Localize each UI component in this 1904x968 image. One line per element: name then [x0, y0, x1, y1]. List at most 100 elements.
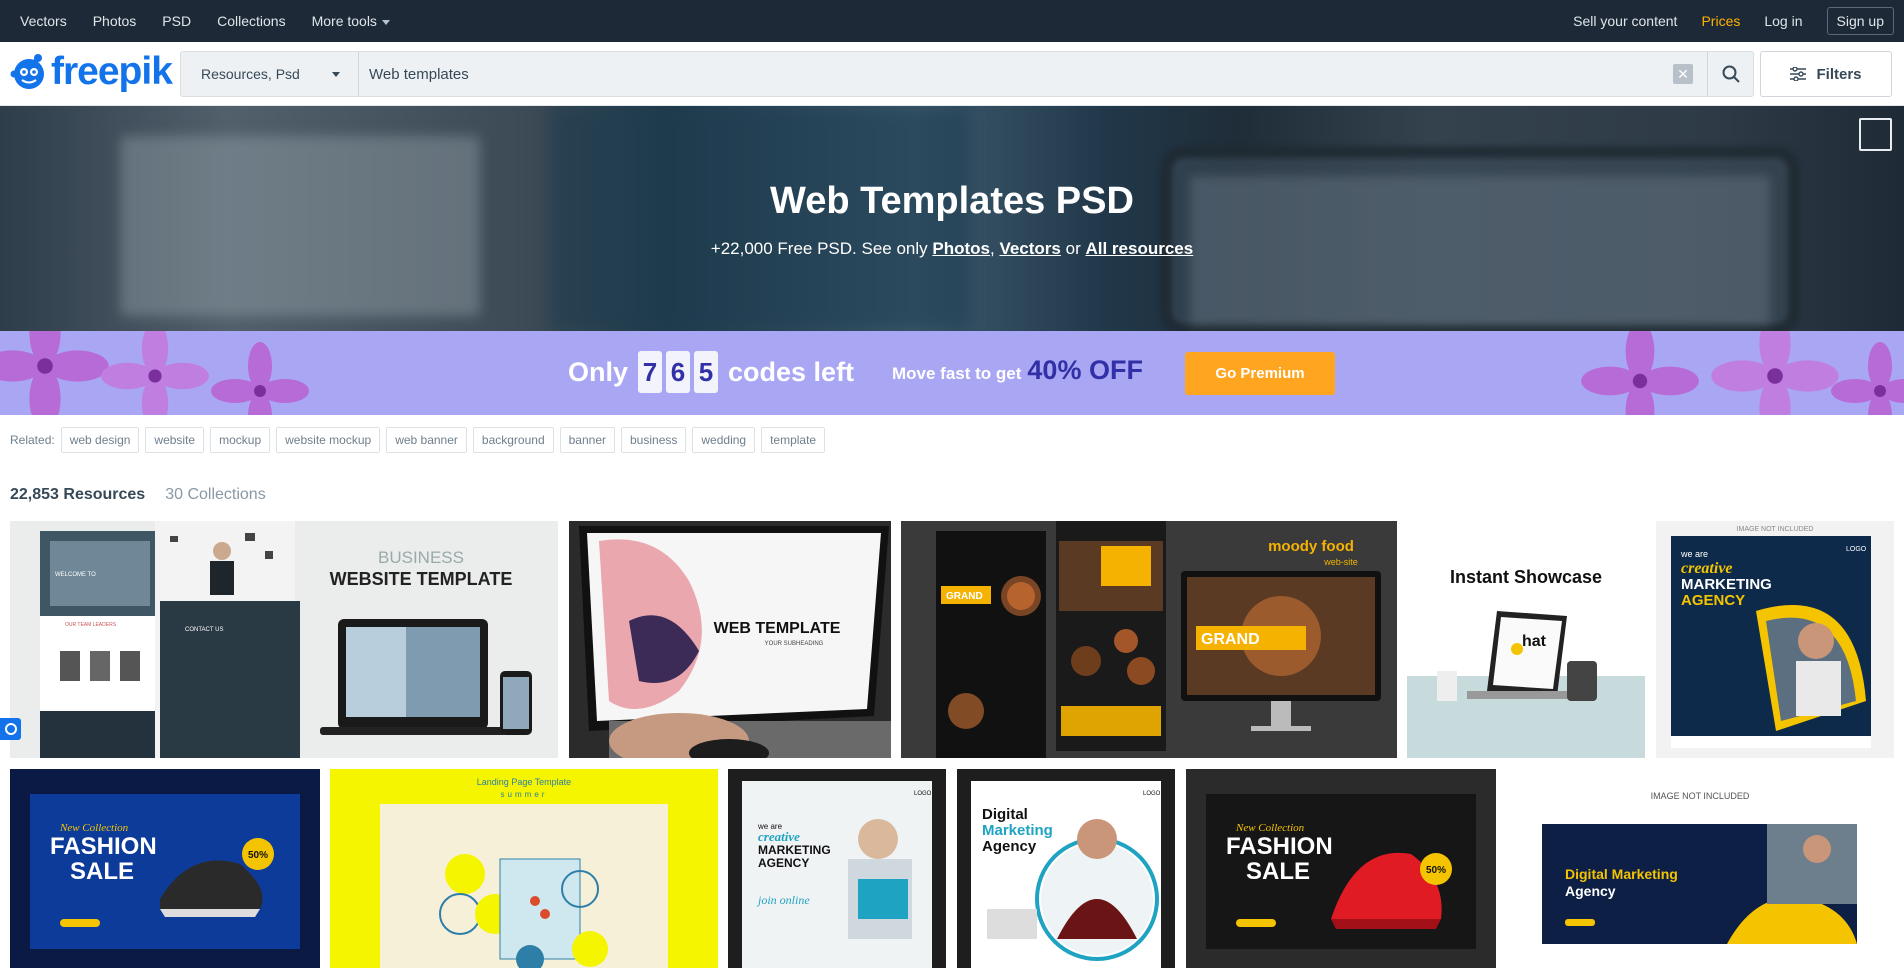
- nav-more-tools[interactable]: More tools: [312, 13, 390, 29]
- login-link[interactable]: Log in: [1764, 13, 1802, 29]
- countdown-digit: 5: [694, 351, 719, 393]
- thumbnail-landing-page-summer[interactable]: Landing Page Template summer: [330, 769, 718, 968]
- thumb10-l3: SALE: [1246, 858, 1310, 885]
- related-tag[interactable]: mockup: [210, 427, 271, 453]
- thumb5-logo: LOGO: [1846, 546, 1867, 553]
- thumb5-l1: we are: [1680, 549, 1708, 559]
- related-tag[interactable]: banner: [559, 427, 615, 453]
- related-tag[interactable]: web banner: [386, 427, 467, 453]
- flower-decoration-icon: [1581, 331, 1699, 415]
- thumb9-l2: Marketing: [982, 822, 1053, 839]
- hero-subtitle: +22,000 Free PSD. See only Photos, Vecto…: [710, 239, 1194, 258]
- filters-label: Filters: [1816, 65, 1862, 83]
- hero-subtitle-text: +22,000 Free PSD. See only: [710, 239, 928, 258]
- thumbnail-image: Landing Page Template summer: [380, 777, 668, 968]
- thumbnail-image: WELCOME TO OUR TEAM LEADERS CONTACT US B…: [40, 521, 532, 758]
- chevron-down-icon: [332, 71, 340, 77]
- search-type-select[interactable]: Resources, Psd: [181, 52, 359, 96]
- thumbnail-image: IMAGE NOT INCLUDED Digital Marketing Age…: [1542, 791, 1857, 944]
- thumb1-title2: WEBSITE TEMPLATE: [330, 569, 513, 589]
- filters-button[interactable]: Filters: [1760, 51, 1892, 97]
- thumbnail-laptop-web-template[interactable]: WEB TEMPLATE YOUR SUBHEADING: [569, 521, 891, 758]
- thumb8-l2: creative: [758, 829, 800, 844]
- thumb1-welcome: WELCOME TO: [55, 572, 96, 578]
- nav-more-tools-label: More tools: [311, 13, 377, 29]
- thumb11-note: IMAGE NOT INCLUDED: [1651, 791, 1750, 801]
- thumbnail-instant-showcase[interactable]: Instant Showcase hat: [1407, 521, 1645, 758]
- thumb6-l2: FASHION: [50, 833, 157, 860]
- collections-tab[interactable]: 30 Collections: [165, 486, 266, 504]
- thumb4-title: Instant Showcase: [1450, 567, 1602, 587]
- thumb6-badge: 50%: [248, 850, 268, 861]
- thumb5-l3: MARKETING: [1681, 576, 1772, 593]
- related-tag[interactable]: website mockup: [276, 427, 381, 453]
- prices-link[interactable]: Prices: [1701, 13, 1740, 29]
- sell-content-link[interactable]: Sell your content: [1573, 13, 1677, 29]
- codes-left-label: codes left: [728, 356, 855, 387]
- thumb2-sub: YOUR SUBHEADING: [765, 641, 824, 647]
- thumbnail-image: Instant Showcase hat: [1407, 567, 1645, 758]
- search-type-label: Resources, Psd: [201, 66, 300, 82]
- go-premium-button[interactable]: Go Premium: [1185, 352, 1335, 395]
- thumbnail-creative-agency-light[interactable]: LOGO we are creative MARKETING AGENCY jo…: [728, 769, 946, 968]
- hero-link-photos[interactable]: Photos: [932, 239, 990, 258]
- thumb8-l4: AGENCY: [758, 856, 809, 870]
- thumb9-logo: LOGO: [1143, 791, 1161, 797]
- flower-decoration-icon: [0, 331, 109, 415]
- thumb8-l5: join online: [756, 893, 810, 907]
- thumb10-l2: FASHION: [1226, 833, 1333, 860]
- thumbnail-marketing-agency-post[interactable]: IMAGE NOT INCLUDED we are creative MARKE…: [1656, 521, 1894, 758]
- page-title: Web Templates PSD: [770, 180, 1134, 222]
- thumbnail-fashion-sale-red[interactable]: New Collection FASHION SALE 50%: [1186, 769, 1496, 968]
- flower-decoration-icon: [101, 331, 209, 415]
- thumb10-badge: 50%: [1426, 865, 1446, 876]
- nav-collections[interactable]: Collections: [217, 13, 285, 29]
- thumbnail-fashion-sale-blue[interactable]: New Collection FASHION SALE 50%: [10, 769, 320, 968]
- signup-button[interactable]: Sign up: [1826, 7, 1894, 35]
- thumbnail-image: LOGO Digital Marketing Agency: [971, 781, 1161, 968]
- related-tags: Related: web design website mockup websi…: [10, 427, 826, 453]
- thumbnail-digital-marketing-agency[interactable]: LOGO Digital Marketing Agency: [957, 769, 1175, 968]
- thumb8-logo: LOGO: [914, 791, 932, 797]
- flower-decoration-icon: [1831, 342, 1904, 415]
- thumb5-l2: creative: [1681, 560, 1733, 577]
- thumb9-l1: Digital: [982, 806, 1028, 823]
- thumbnail-image: LOGO we are creative MARKETING AGENCY jo…: [742, 781, 932, 968]
- related-tag[interactable]: business: [621, 427, 687, 453]
- clear-search-icon[interactable]: ✕: [1673, 64, 1693, 84]
- thumbnail-moody-food[interactable]: GRAND moody food web-site GRAND: [901, 521, 1397, 758]
- thumbnail-image: New Collection FASHION SALE 50%: [30, 794, 300, 949]
- resources-tab[interactable]: 22,853 Resources: [10, 486, 145, 504]
- thumb1-contact: CONTACT US: [185, 627, 223, 633]
- search-bar: Resources, Psd ✕: [180, 51, 1754, 97]
- related-label: Related:: [10, 433, 55, 447]
- nav-vectors[interactable]: Vectors: [20, 13, 67, 29]
- related-tag[interactable]: template: [761, 427, 826, 453]
- flower-decoration-icon: [1711, 331, 1839, 415]
- hero-link-all-resources[interactable]: All resources: [1085, 239, 1193, 258]
- related-tag[interactable]: background: [472, 427, 554, 453]
- countdown-digit: 6: [666, 351, 691, 393]
- chevron-down-icon: [381, 19, 390, 25]
- move-fast-label: Move fast to get: [892, 364, 1022, 383]
- side-feedback-tab[interactable]: [0, 718, 21, 740]
- thumb3-title: moody food: [1268, 538, 1354, 555]
- hero-corner-checkbox[interactable]: [1859, 118, 1892, 151]
- related-tag[interactable]: website: [145, 427, 205, 453]
- thumb7-l2: summer: [501, 790, 548, 799]
- sliders-icon: [1790, 67, 1807, 81]
- thumbnail-business-website-template[interactable]: WELCOME TO OUR TEAM LEADERS CONTACT US B…: [10, 521, 558, 758]
- thumb7-l1: Landing Page Template: [477, 777, 571, 787]
- related-tag[interactable]: wedding: [692, 427, 756, 453]
- search-button[interactable]: [1707, 52, 1753, 96]
- header: freepik Resources, Psd ✕ Filters: [0, 42, 1904, 106]
- nav-photos[interactable]: Photos: [93, 13, 137, 29]
- related-tag[interactable]: web design: [60, 427, 140, 453]
- promo-offer: Move fast to get 40% OFF: [892, 355, 1143, 386]
- search-input[interactable]: [359, 52, 1673, 96]
- thumbnail-digital-marketing-banner[interactable]: IMAGE NOT INCLUDED Digital Marketing Age…: [1507, 769, 1894, 968]
- promo-banner: Only 7 6 5 codes left Move fast to get 4…: [0, 331, 1904, 415]
- nav-psd[interactable]: PSD: [162, 13, 191, 29]
- freepik-logo[interactable]: freepik: [9, 52, 173, 92]
- hero-link-vectors[interactable]: Vectors: [999, 239, 1060, 258]
